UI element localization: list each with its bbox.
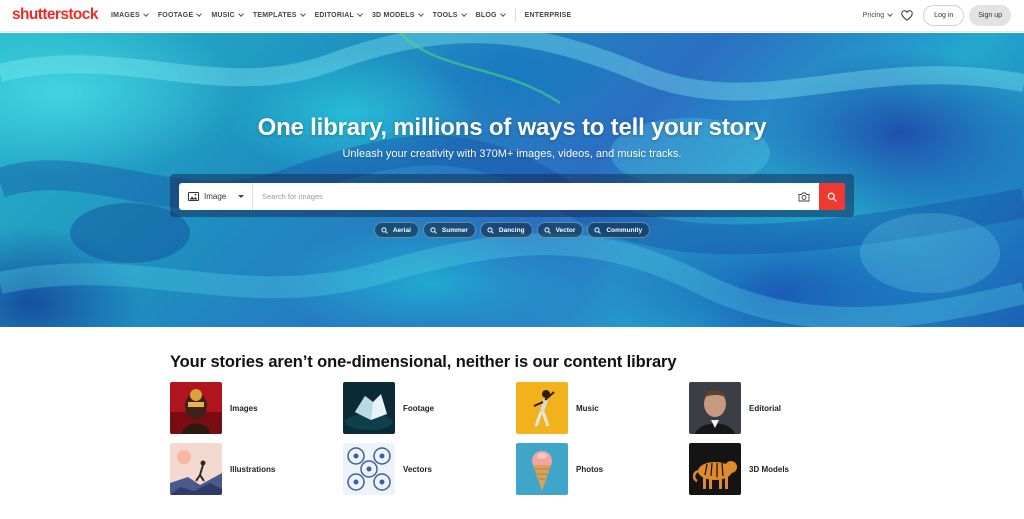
chevron-down-icon bbox=[299, 11, 306, 17]
chip-label: Dancing bbox=[498, 226, 525, 234]
chevron-down-icon bbox=[887, 11, 894, 17]
category-label: Editorial bbox=[749, 403, 782, 413]
hero-title: One library, millions of ways to tell yo… bbox=[257, 114, 767, 141]
top-navigation-bar: shutterstock IMAGES FOOTAGE MUSIC TEMPLA… bbox=[0, 0, 1024, 32]
chevron-down-icon bbox=[357, 11, 363, 17]
nav-label: FOOTAGE bbox=[157, 11, 194, 19]
shutterstock-logo[interactable]: shutterstock bbox=[12, 6, 98, 24]
category-label: Footage bbox=[403, 403, 435, 413]
hiker-illustration-thumbnail bbox=[170, 443, 222, 495]
chip-summer[interactable]: Summer bbox=[422, 222, 476, 238]
logo-text-start: shutterst bbox=[12, 6, 74, 23]
sign-up-button[interactable]: Sign up bbox=[969, 4, 1011, 26]
camera-search-icon[interactable] bbox=[798, 192, 810, 202]
header-actions: Pricing Log in Sign up bbox=[863, 4, 1011, 26]
search-icon bbox=[594, 226, 602, 234]
category-footage[interactable]: Footage bbox=[343, 382, 434, 434]
chip-aerial[interactable]: Aerial bbox=[373, 222, 419, 238]
category-label: 3D Models bbox=[749, 464, 790, 474]
portrait-thumbnail bbox=[170, 382, 222, 434]
chip-label: Vector bbox=[555, 226, 576, 234]
nav-label: TEMPLATES bbox=[252, 11, 297, 19]
nav-label: BLOG bbox=[475, 11, 497, 19]
dancer-thumbnail bbox=[516, 382, 568, 434]
nav-label: ENTERPRISE bbox=[524, 11, 572, 19]
category-music[interactable]: Music bbox=[516, 382, 599, 434]
search-bar: Image bbox=[179, 183, 845, 210]
nav-editorial[interactable]: EDITORIAL bbox=[314, 11, 363, 19]
ice-cream-thumbnail bbox=[516, 443, 568, 495]
tiger-thumbnail bbox=[689, 443, 741, 495]
nav-label: 3D MODELS bbox=[371, 11, 415, 19]
favorites-heart-icon[interactable] bbox=[901, 9, 913, 21]
chip-label: Community bbox=[606, 226, 643, 234]
nav-images[interactable]: IMAGES bbox=[111, 11, 149, 19]
nav-label: TOOLS bbox=[432, 11, 458, 19]
search-button[interactable] bbox=[819, 183, 845, 210]
category-label: Images bbox=[230, 403, 258, 413]
category-3d-models[interactable]: 3D Models bbox=[689, 443, 789, 495]
chevron-down-icon bbox=[460, 11, 467, 17]
hero-subtitle: Unleash your creativity with 370M+ image… bbox=[342, 148, 682, 160]
search-icon bbox=[827, 192, 837, 202]
chip-label: Aerial bbox=[392, 226, 411, 234]
chevron-down-icon bbox=[238, 11, 244, 17]
chip-vector[interactable]: Vector bbox=[536, 222, 584, 238]
search-icon bbox=[430, 226, 437, 234]
pattern-thumbnail bbox=[343, 443, 395, 495]
log-in-button[interactable]: Log in bbox=[923, 4, 965, 26]
hero-banner: One library, millions of ways to tell yo… bbox=[0, 33, 1024, 327]
search-icon bbox=[487, 226, 494, 234]
logo-text-end: ck bbox=[81, 6, 99, 23]
category-label: Illustrations bbox=[230, 464, 276, 474]
pricing-label: Pricing bbox=[862, 11, 885, 19]
chevron-down-icon bbox=[196, 11, 203, 17]
nav-footage[interactable]: FOOTAGE bbox=[157, 11, 203, 19]
logo-text-o: o bbox=[72, 6, 82, 23]
nav-enterprise[interactable]: ENTERPRISE bbox=[525, 12, 572, 19]
pricing-menu[interactable]: Pricing bbox=[862, 11, 894, 19]
nav-label: IMAGES bbox=[111, 11, 140, 19]
iceberg-thumbnail bbox=[343, 382, 395, 434]
nav-label: EDITORIAL bbox=[314, 11, 354, 19]
celebrity-thumbnail bbox=[689, 382, 741, 434]
search-icon bbox=[543, 226, 551, 234]
nav-blog[interactable]: BLOG bbox=[475, 11, 506, 19]
nav-templates[interactable]: TEMPLATES bbox=[252, 11, 306, 19]
category-label: Photos bbox=[576, 464, 604, 474]
category-label: Music bbox=[576, 403, 599, 413]
category-images[interactable]: Images bbox=[170, 382, 258, 434]
image-icon bbox=[188, 192, 199, 201]
nav-3d-models[interactable]: 3D MODELS bbox=[371, 11, 424, 19]
search-input[interactable] bbox=[253, 183, 798, 210]
media-type-select[interactable]: Image bbox=[179, 183, 253, 210]
suggested-searches: Aerial Summer Dancing Vector Community bbox=[0, 222, 1024, 238]
chip-dancing[interactable]: Dancing bbox=[479, 222, 533, 238]
category-label: Vectors bbox=[403, 464, 432, 474]
category-illustrations[interactable]: Illustrations bbox=[170, 443, 275, 495]
nav-label: MUSIC bbox=[211, 11, 235, 19]
chip-community[interactable]: Community bbox=[587, 222, 651, 238]
search-icon bbox=[381, 226, 388, 234]
main-nav: IMAGES FOOTAGE MUSIC TEMPLATES EDITORIAL… bbox=[111, 0, 581, 30]
chevron-down-icon bbox=[142, 11, 149, 17]
caret-down-icon bbox=[238, 195, 245, 198]
chevron-down-icon bbox=[499, 11, 506, 17]
section-title: Your stories aren’t one-dimensional, nei… bbox=[170, 353, 677, 371]
chevron-down-icon bbox=[417, 11, 424, 17]
nav-divider bbox=[514, 8, 516, 22]
category-vectors[interactable]: Vectors bbox=[343, 443, 432, 495]
nav-tools[interactable]: TOOLS bbox=[432, 11, 467, 19]
category-photos[interactable]: Photos bbox=[516, 443, 603, 495]
chip-label: Summer bbox=[441, 226, 468, 234]
category-editorial[interactable]: Editorial bbox=[689, 382, 781, 434]
media-type-label: Image bbox=[204, 192, 227, 201]
nav-music[interactable]: MUSIC bbox=[211, 11, 244, 19]
